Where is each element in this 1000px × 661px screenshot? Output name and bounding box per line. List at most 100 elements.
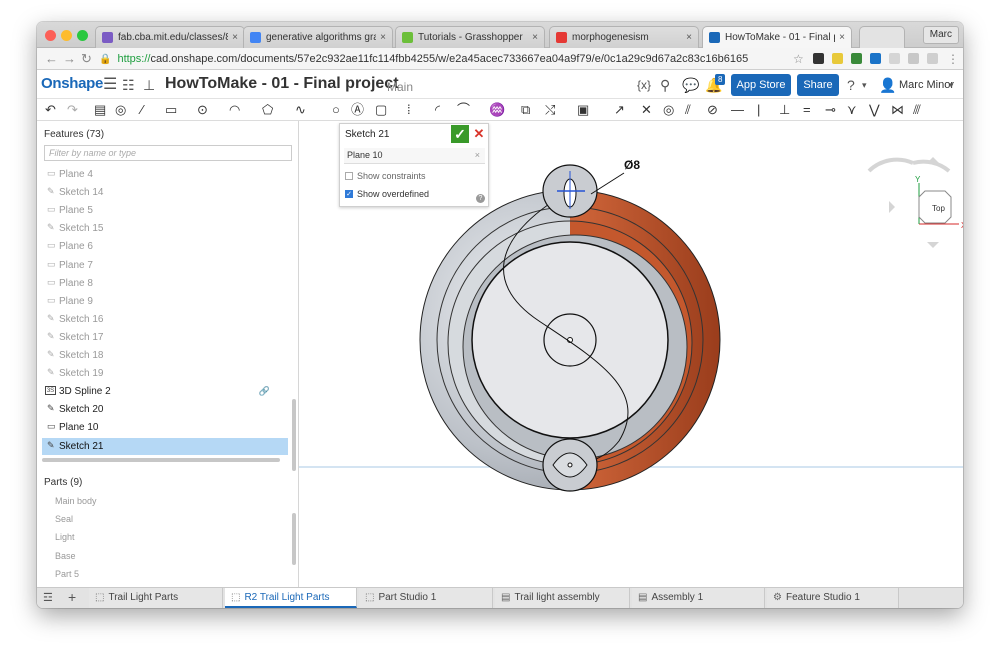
browser-profile-chip[interactable]: Marc (922, 26, 959, 44)
insert-icon[interactable]: ⊥ (143, 77, 155, 94)
document-tab[interactable]: ⬚ Trail Light Parts (89, 588, 223, 608)
browser-tab[interactable]: morphogenesism × (549, 26, 699, 48)
sketch-plane-field[interactable]: Plane 10 × (344, 148, 485, 164)
part-item[interactable]: Part 5 (55, 569, 79, 579)
browser-tab[interactable]: fab.cba.mit.edu/classes/863.1… × (95, 26, 245, 48)
feature-item[interactable]: ▭ Plane 9 (42, 293, 288, 310)
parts-list-scrollbar[interactable] (292, 513, 296, 565)
search-icon[interactable]: ⚲ (660, 77, 670, 94)
shield-extension-icon[interactable] (908, 53, 919, 64)
document-tab[interactable]: ▤ Trail light assembly (495, 588, 630, 608)
document-tab[interactable]: ▤ Assembly 1 (632, 588, 765, 608)
feature-list-icon[interactable]: ☷ (122, 77, 135, 94)
point-tool-icon[interactable]: ○ (332, 102, 340, 118)
text-tool-icon[interactable]: Ⓐ (351, 102, 364, 118)
address-bar[interactable]: 🔒 https://cad.onshape.com/documents/57e2c… (99, 51, 811, 67)
rectangle-tool-icon[interactable]: ▭ (165, 102, 177, 118)
redo-icon[interactable]: ↷ (67, 102, 78, 118)
spline-tool-icon[interactable]: ∿ (295, 102, 306, 118)
view-cube[interactable]: Top Y X (867, 157, 963, 248)
feature-item[interactable]: 3S 3D Spline 2 🔗 (42, 383, 288, 400)
sketch-cancel-x-icon[interactable]: ✕ (472, 125, 486, 143)
user-name[interactable]: Marc Minor (899, 79, 954, 91)
perpendicular-icon[interactable]: ⊥ (779, 102, 790, 118)
new-tab-button[interactable] (859, 26, 905, 48)
user-avatar-icon[interactable]: 👤 (879, 77, 896, 94)
bookmark-star-icon[interactable]: ☆ (793, 51, 804, 67)
document-tab[interactable]: ⬚ Part Studio 1 (359, 588, 493, 608)
pattern-tool-icon[interactable]: ▣ (577, 102, 589, 118)
circle-tool-icon[interactable]: ⊙ (197, 102, 208, 118)
tab-close-icon[interactable]: × (839, 32, 845, 43)
feature-item[interactable]: ✎ Sketch 16 (42, 311, 288, 328)
dimension-tool-icon[interactable]: ↗ (614, 102, 625, 118)
mirror-tool-icon[interactable]: ⧉ (521, 102, 530, 118)
feature-item[interactable]: ✎ Sketch 19 (42, 365, 288, 382)
sketch-tool-icon[interactable]: ▤ (94, 102, 106, 118)
hamburger-menu-icon[interactable]: ☰ (103, 74, 117, 94)
browser-tab[interactable]: generative algorithms grassho… × (243, 26, 393, 48)
construction-tool-icon[interactable]: ▢ (375, 102, 387, 118)
sketch-accept-check-icon[interactable]: ✓ (451, 125, 469, 143)
feature-item[interactable]: ▭ Plane 10 (42, 419, 288, 436)
share-button[interactable]: Share (797, 74, 839, 96)
green-extension-icon[interactable] (851, 53, 862, 64)
show-constraints-checkbox[interactable] (345, 172, 353, 180)
feature-list-horizontal-scrollbar[interactable] (42, 458, 280, 462)
transform-tool-icon[interactable]: ⤭ (545, 102, 555, 118)
view-cube-top-label[interactable]: Top (932, 204, 945, 213)
equal-icon[interactable]: = (803, 102, 811, 118)
use-edges-tool-icon[interactable]: ♒ (489, 102, 505, 118)
tab-close-icon[interactable]: × (532, 32, 538, 43)
feature-item[interactable]: ✎ Sketch 17 (42, 329, 288, 346)
tab-close-icon[interactable]: × (380, 32, 386, 43)
tab-close-icon[interactable]: × (686, 32, 692, 43)
minimize-window-button[interactable] (61, 30, 72, 41)
arc-tool-icon[interactable]: ◠ (229, 102, 240, 118)
document-title[interactable]: HowToMake - 01 - Final project (165, 75, 399, 93)
branch-label[interactable]: Main (387, 80, 413, 94)
cloud-extension-icon[interactable] (889, 53, 900, 64)
fix-icon[interactable]: ⫻ (913, 102, 921, 118)
feature-item[interactable]: ▭ Plane 7 (42, 257, 288, 274)
horizontal-icon[interactable]: — (731, 102, 744, 118)
document-tab[interactable]: ⚙ Feature Studio 1 (767, 588, 899, 608)
trello-extension-icon[interactable] (870, 53, 881, 64)
fillet-tool-icon[interactable]: ◜ (435, 102, 440, 118)
midpoint-icon[interactable]: ⊸ (825, 102, 836, 118)
offset-tool-icon[interactable]: ⌒ (457, 102, 470, 118)
show-overdefined-option[interactable]: ✓ Show overdefined (345, 189, 429, 199)
tangent-icon[interactable]: ⊘ (707, 102, 718, 118)
diameter-dimension-label[interactable]: Ø8 (624, 158, 640, 172)
add-tab-icon[interactable]: + (68, 589, 76, 605)
bottom-seal-point[interactable] (567, 462, 573, 468)
onshape-logo[interactable]: Onshape (41, 75, 103, 92)
sketch-help-icon[interactable]: ? (476, 194, 485, 203)
trim-tool-icon[interactable]: ⁞ (407, 102, 411, 118)
show-overdefined-checkbox[interactable]: ✓ (345, 190, 353, 198)
browser-menu-icon[interactable]: ⋮ (947, 51, 959, 67)
clear-plane-icon[interactable]: × (475, 150, 480, 160)
coincident-icon[interactable]: ✕ (641, 102, 652, 118)
app-store-button[interactable]: App Store (731, 74, 791, 96)
part-item[interactable]: Seal (55, 514, 73, 524)
vertical-icon[interactable]: | (757, 102, 760, 118)
use-tool-icon[interactable]: ◎ (115, 102, 126, 118)
line-tool-icon[interactable]: ∕ (141, 102, 143, 118)
browser-tab[interactable]: Tutorials - Grasshopper × (395, 26, 545, 48)
help-icon[interactable]: ? (847, 77, 855, 93)
browser-tab[interactable]: HowToMake - 01 - Final proje… × (702, 26, 852, 48)
feature-item[interactable]: ▭ Plane 5 (42, 202, 288, 219)
show-constraints-option[interactable]: Show constraints (345, 171, 426, 181)
pin-extension-icon[interactable] (813, 53, 824, 64)
feature-item[interactable]: ▭ Plane 6 (42, 238, 288, 255)
pierce-icon[interactable]: ⋁ (869, 102, 880, 118)
user-chevron-down-icon[interactable]: ▾ (949, 80, 954, 91)
variables-icon[interactable]: {x} (637, 78, 651, 92)
zoom-window-button[interactable] (77, 30, 88, 41)
pocket-extension-icon[interactable] (927, 53, 938, 64)
link-icon[interactable]: 🔗 (259, 383, 270, 400)
forward-arrow-icon[interactable]: → (63, 51, 76, 67)
parallel-icon[interactable]: ⫽ (685, 102, 691, 118)
feature-item[interactable]: ✎ Sketch 15 (42, 220, 288, 237)
